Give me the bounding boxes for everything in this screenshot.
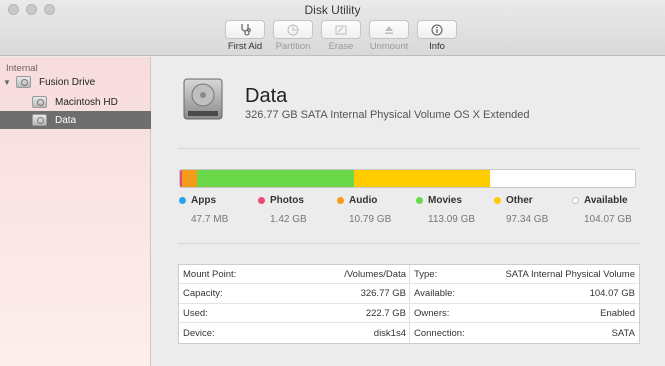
storage-usage-bar [179,169,636,188]
legend-item-movies: Movies 113.09 GB [416,195,475,225]
window-title: Disk Utility [304,3,361,17]
legend-dot-icon [416,197,423,204]
usage-segment-audio [182,170,198,187]
volume-icon [32,96,47,108]
sidebar: Internal ▼ Fusion Drive Macintosh HD Dat… [0,57,151,366]
erase-button[interactable]: Erase [320,20,362,52]
sidebar-item-label: Macintosh HD [55,96,118,108]
usage-segment-other [354,170,491,187]
legend-label: Photos [270,195,304,206]
legend-size: 10.79 GB [349,214,392,225]
unmount-button[interactable]: Unmount [368,20,410,52]
hard-drive-icon [16,76,31,88]
info-row: Used: 222.7 GB [179,304,410,323]
info-key: Available: [414,288,456,299]
info-label: Info [429,41,445,52]
info-column-left: Mount Point: /Volumes/Data Capacity: 326.77… [179,265,410,343]
main-panel: Data 326.77 GB SATA Internal Physical Vo… [152,57,665,366]
volume-description: 326.77 GB SATA Internal Physical Volume … [245,109,530,121]
info-key: Used: [183,307,208,319]
legend-dot-icon [258,197,265,204]
sidebar-item-macintosh-hd[interactable]: Macintosh HD [0,93,151,111]
info-row: Mount Point: /Volumes/Data [179,265,410,284]
hard-drive-large-icon [183,78,223,120]
usage-segment-movies [197,170,355,187]
erase-label: Erase [328,41,354,52]
info-value: 104.07 GB [589,288,635,299]
partition-button[interactable]: Partition [272,20,314,52]
info-row: Capacity: 326.77 GB [179,285,410,304]
legend-dot-icon [572,197,579,204]
divider [178,148,640,149]
legend-size: 47.7 MB [191,214,229,225]
info-value: SATA Internal Physical Volume [505,268,635,280]
erase-icon [335,25,347,34]
info-key: Connection: [414,327,465,339]
info-key: Type: [414,268,438,280]
info-key: Owners: [414,307,450,319]
legend-dot-icon [494,197,501,204]
legend-item-available: Available 104.07 GB [572,195,632,225]
legend-label: Audio [349,195,378,206]
info-key: Capacity: [183,288,223,299]
volume-info-table: Mount Point: /Volumes/Data Capacity: 326.77… [178,264,640,344]
first-aid-button[interactable]: First Aid [224,20,266,52]
legend-size: 1.42 GB [270,214,307,225]
stethoscope-icon [240,24,251,36]
info-value: 326.77 GB [360,288,406,299]
pie-icon [287,24,299,35]
sidebar-item-fusion-drive[interactable]: ▼ Fusion Drive [0,73,151,91]
legend-label: Movies [428,195,462,206]
info-row: Connection: SATA [410,324,639,343]
info-row: Available: 104.07 GB [410,285,639,304]
info-row: Device: disk1s4 [179,324,410,343]
sidebar-item-data[interactable]: Data [0,111,151,129]
volume-name: Data [245,85,288,107]
legend-size: 113.09 GB [428,214,476,225]
divider [178,243,640,244]
info-key: Mount Point: [183,268,237,280]
legend-item-other: Other 97.34 GB [494,195,548,225]
info-value: /Volumes/Data [344,268,406,280]
partition-label: Partition [275,41,311,52]
legend-label: Apps [191,195,216,206]
disclosure-triangle-icon[interactable]: ▼ [1,78,13,87]
unmount-label: Unmount [369,41,409,52]
legend-dot-icon [179,197,186,204]
legend-item-apps: Apps 47.7 MB [179,195,228,225]
info-value: Enabled [600,307,635,319]
legend-label: Other [506,195,533,206]
info-value: disk1s4 [373,327,406,339]
eject-icon [385,25,393,34]
info-value: 222.7 GB [365,307,406,319]
toolbar: First Aid Partition Erase Unmount Info [224,20,458,52]
info-row: Owners: Enabled [410,304,639,323]
legend-item-audio: Audio 10.79 GB [337,195,391,225]
legend-dot-icon [337,197,344,204]
info-column-right: Type: SATA Internal Physical Volume Availa… [410,265,639,343]
legend-size: 97.34 GB [506,214,549,225]
title-bar: Disk Utility First Aid Partition Erase U… [0,0,665,56]
sidebar-item-label: Data [55,114,77,126]
volume-icon [32,114,47,126]
legend-size: 104.07 GB [584,214,632,225]
info-value: SATA [611,327,635,339]
legend-label: Available [584,195,628,206]
usage-segment-available [490,170,635,187]
first-aid-label: First Aid [227,41,263,52]
sidebar-item-label: Fusion Drive [39,76,96,88]
info-row: Type: SATA Internal Physical Volume [410,265,639,284]
legend-item-photos: Photos 1.42 GB [258,195,307,225]
info-button[interactable]: Info [416,20,458,52]
info-key: Device: [183,327,215,339]
info-icon [431,24,443,35]
